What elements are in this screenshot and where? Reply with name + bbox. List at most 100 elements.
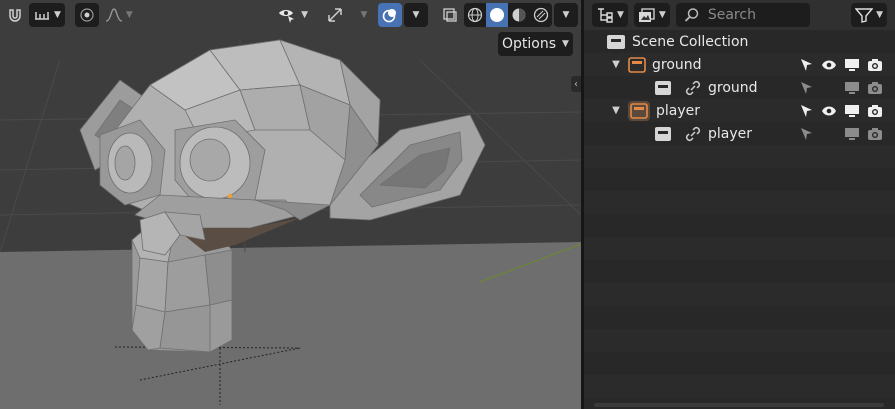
- chevron-down-icon: ▼: [412, 10, 420, 20]
- tree-label: Scene Collection: [632, 33, 749, 50]
- shading-wireframe-button[interactable]: [464, 3, 486, 27]
- display-mode-icon: [638, 8, 655, 22]
- shading-mode-group: [464, 3, 552, 27]
- eye-select-icon: [279, 10, 295, 23]
- shading-material-button[interactable]: [508, 3, 530, 27]
- tree-row-collection-player[interactable]: ▼ player: [584, 99, 895, 122]
- wireframe-sphere-icon: [467, 7, 483, 23]
- empty-row: [584, 375, 895, 398]
- camera-icon[interactable]: [867, 104, 883, 118]
- material-sphere-icon: [512, 8, 526, 22]
- monitor-icon[interactable]: [844, 104, 860, 118]
- chevron-left-icon: ‹: [574, 78, 578, 90]
- collection-icon: [628, 56, 646, 73]
- empty-row: [584, 283, 895, 306]
- camera-icon[interactable]: [867, 81, 883, 95]
- editor-type-dropdown[interactable]: ▼: [592, 3, 628, 27]
- empty-row: [584, 237, 895, 260]
- monitor-icon[interactable]: [844, 58, 860, 72]
- 3d-viewport[interactable]: ▼ ▼ ▼ ▼ ▼ ▼ Options ▼ ‹: [0, 0, 581, 409]
- camera-icon[interactable]: [867, 127, 883, 141]
- outliner-tree: Scene Collection ▼ ground ground ▼ playe…: [584, 30, 895, 409]
- chevron-down-icon: ▼: [562, 10, 570, 20]
- proportional-edit-toggle[interactable]: [74, 3, 99, 27]
- camera-icon[interactable]: [867, 58, 883, 72]
- link-icon: [685, 80, 701, 95]
- tree-label: player: [656, 102, 701, 119]
- collection-active-icon: [628, 100, 650, 121]
- falloff-dropdown[interactable]: ▼: [101, 3, 137, 27]
- chevron-down-icon: ▼: [562, 39, 569, 49]
- object-origin: [227, 193, 233, 199]
- options-label: Options: [502, 36, 557, 52]
- chevron-down-icon: ▼: [301, 10, 308, 20]
- outliner-icon: [598, 8, 613, 23]
- magnet-icon: [9, 9, 21, 22]
- options-dropdown[interactable]: Options ▼: [498, 32, 573, 56]
- tree-label: ground: [708, 79, 758, 96]
- ground-plane[interactable]: [0, 242, 581, 409]
- snap-increment-icon: [35, 12, 49, 20]
- tree-row-object-ground[interactable]: ground: [584, 76, 895, 99]
- disclosure-triangle-icon[interactable]: ▼: [610, 105, 622, 116]
- disclosure-triangle-icon[interactable]: ▼: [610, 59, 622, 70]
- overlays-dropdown[interactable]: ▼: [404, 3, 428, 27]
- chevron-down-icon: ▼: [617, 10, 624, 20]
- collection-instance-icon: [655, 80, 671, 95]
- selectable-arrow-icon[interactable]: [800, 104, 814, 118]
- restriction-toggles: [800, 99, 883, 122]
- gizmo-arrow-icon: [328, 8, 342, 22]
- monitor-icon[interactable]: [844, 81, 860, 95]
- gizmo-toggle[interactable]: [322, 3, 350, 27]
- overlays-toggle[interactable]: [378, 3, 402, 27]
- selectable-arrow-icon[interactable]: [800, 127, 814, 141]
- chevron-down-icon: ▼: [54, 10, 61, 20]
- link-icon: [685, 126, 701, 141]
- selectable-arrow-icon[interactable]: [800, 81, 814, 95]
- snap-toggle[interactable]: [3, 3, 27, 27]
- tree-row-collection-ground[interactable]: ▼ ground: [584, 53, 895, 76]
- gizmo-dropdown[interactable]: ▼: [352, 3, 376, 27]
- tree-row-object-player[interactable]: player: [584, 122, 895, 145]
- shading-dropdown[interactable]: ▼: [554, 3, 578, 27]
- restriction-toggles: [800, 76, 883, 99]
- eye-icon[interactable]: [821, 105, 837, 117]
- shading-rendered-button[interactable]: [530, 3, 552, 27]
- viewport-header: ▼ ▼ ▼ ▼ ▼ ▼: [0, 0, 581, 30]
- snap-target-dropdown[interactable]: ▼: [29, 3, 65, 27]
- overlays-icon: [382, 9, 396, 23]
- chevron-down-icon: ▼: [658, 10, 666, 20]
- empty-row: [584, 329, 895, 352]
- search-icon: [684, 8, 699, 22]
- sidebar-toggle-arrow[interactable]: ‹: [571, 76, 581, 92]
- outliner-search-field[interactable]: [675, 3, 810, 27]
- tree-label: ground: [652, 56, 702, 73]
- horizontal-scrollbar[interactable]: [594, 403, 884, 407]
- solid-sphere-icon: [490, 8, 504, 22]
- monitor-icon[interactable]: [844, 127, 860, 141]
- xray-icon: [443, 8, 457, 22]
- filter-funnel-icon: [855, 8, 874, 23]
- eye-icon[interactable]: [821, 59, 837, 71]
- restriction-toggles: [800, 122, 883, 145]
- outliner-header: ▼ ▼ ▼: [584, 0, 895, 30]
- chevron-down-icon: ▼: [876, 10, 883, 20]
- viewport-scene[interactable]: [0, 0, 581, 409]
- collection-instance-icon: [655, 126, 671, 141]
- falloff-curve-icon: [105, 8, 123, 22]
- visibility-dropdown[interactable]: ▼: [274, 3, 312, 27]
- proportional-edit-icon: [80, 8, 94, 22]
- chevron-down-icon: ▼: [125, 10, 133, 20]
- selectable-arrow-icon[interactable]: [800, 58, 814, 72]
- xray-toggle[interactable]: [438, 3, 462, 27]
- tree-row-scene-collection[interactable]: Scene Collection: [584, 30, 895, 53]
- shading-solid-button[interactable]: [486, 3, 508, 27]
- search-input[interactable]: [707, 7, 798, 23]
- rendered-sphere-icon: [533, 7, 549, 23]
- filter-dropdown[interactable]: ▼: [851, 3, 887, 27]
- empty-row: [584, 145, 895, 168]
- scene-collection-icon: [607, 34, 625, 49]
- tree-label: player: [708, 125, 753, 142]
- display-mode-dropdown[interactable]: ▼: [633, 3, 670, 27]
- outliner-panel: ▼ ▼ ▼ Scene Collection ▼: [584, 0, 895, 409]
